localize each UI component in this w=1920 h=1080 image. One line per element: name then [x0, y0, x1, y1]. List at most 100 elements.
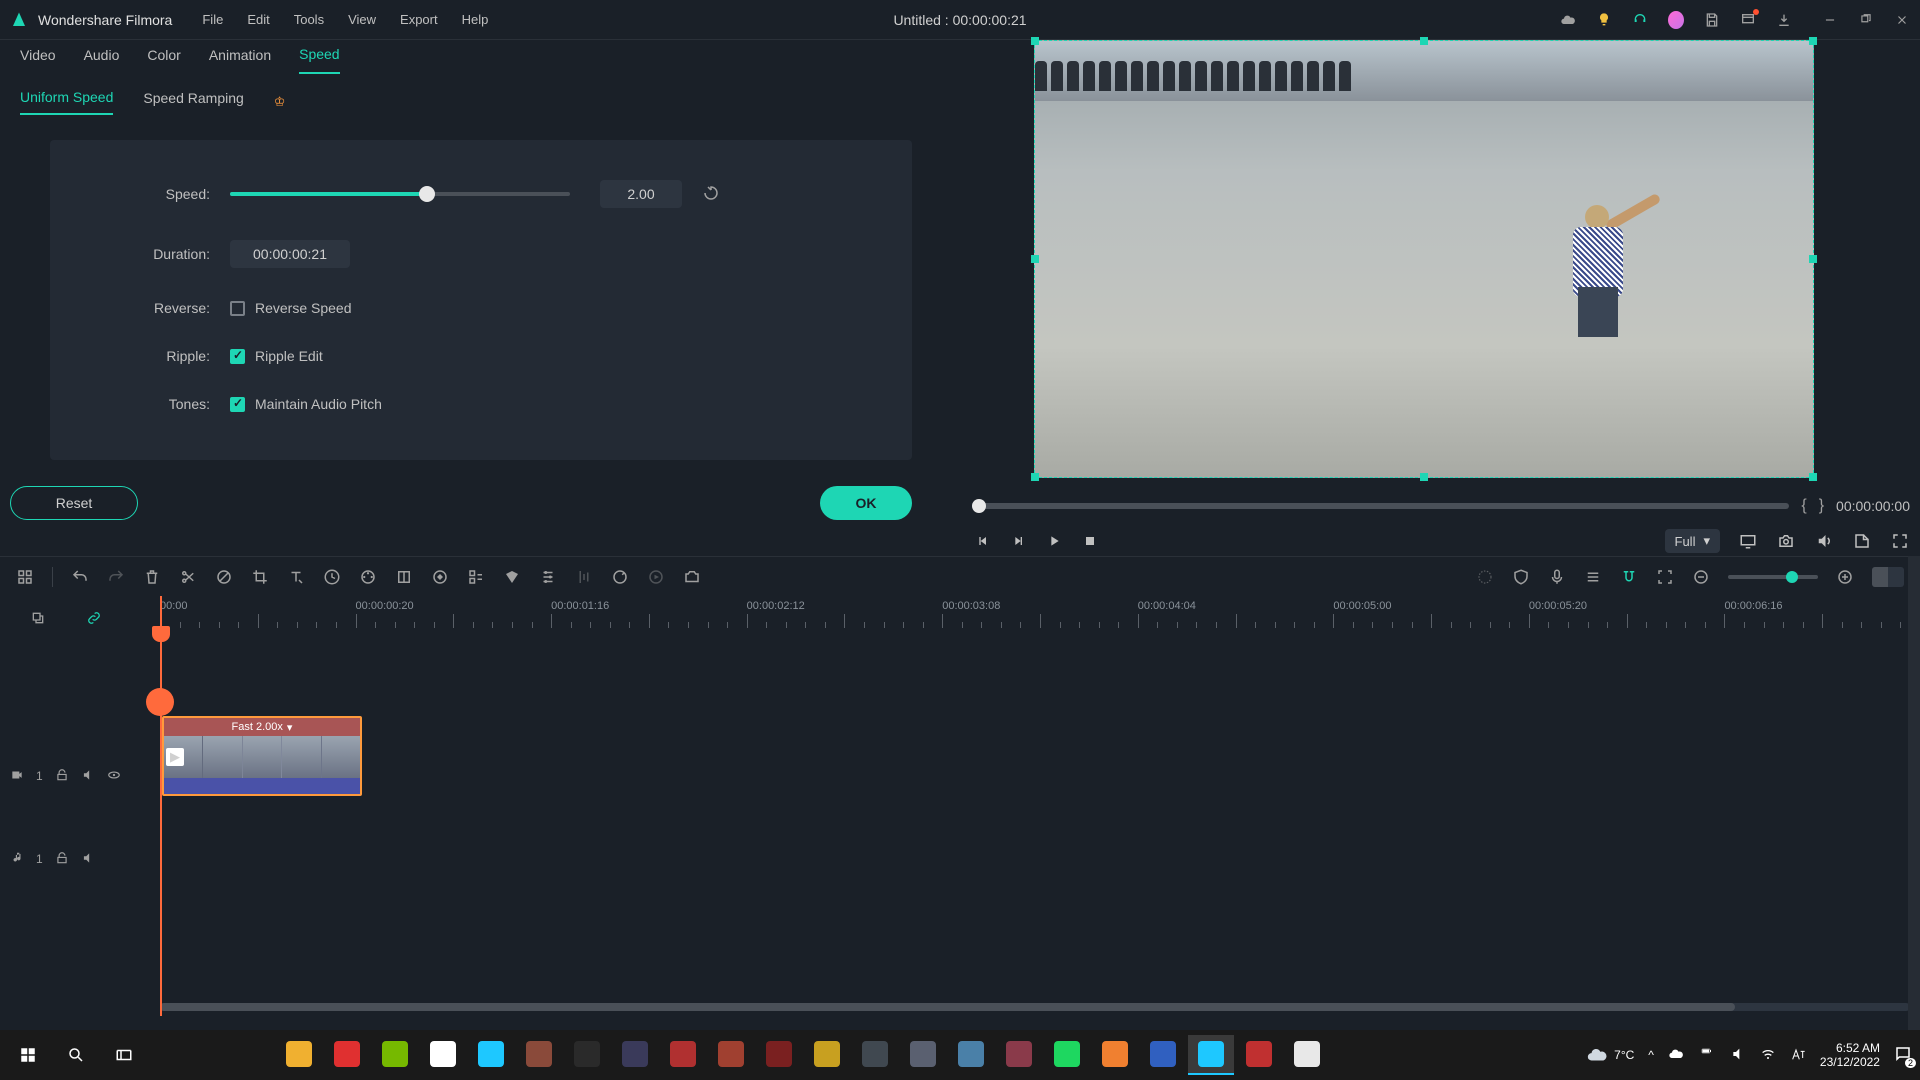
tones-checkbox[interactable]: [230, 397, 245, 412]
split-icon[interactable]: [179, 568, 197, 586]
lock-icon[interactable]: [55, 768, 69, 785]
zoom-level-toggle[interactable]: [1872, 567, 1904, 587]
taskbar-app[interactable]: [1140, 1035, 1186, 1075]
layout-icon[interactable]: [16, 568, 34, 586]
resize-handle-lc[interactable]: [1031, 255, 1039, 263]
tab-video[interactable]: Video: [20, 47, 56, 73]
zoom-slider-thumb[interactable]: [1786, 571, 1798, 583]
menu-file[interactable]: File: [202, 12, 223, 27]
minimize-button[interactable]: [1822, 12, 1838, 28]
resize-handle-tc[interactable]: [1420, 37, 1428, 45]
download-icon[interactable]: [1776, 12, 1792, 28]
fullscreen-icon[interactable]: [1890, 531, 1910, 551]
zoom-slider[interactable]: [1728, 575, 1818, 579]
tray-language-icon[interactable]: [1790, 1046, 1806, 1065]
taskbar-app[interactable]: [420, 1035, 466, 1075]
mute-icon[interactable]: [81, 768, 95, 785]
ripple-checkbox[interactable]: [230, 349, 245, 364]
fit-icon[interactable]: [1656, 568, 1674, 586]
close-button[interactable]: [1894, 12, 1910, 28]
taskbar-app[interactable]: [708, 1035, 754, 1075]
shield-icon[interactable]: [1512, 568, 1530, 586]
cloud-icon[interactable]: [1560, 12, 1576, 28]
menu-tools[interactable]: Tools: [294, 12, 324, 27]
headset-icon[interactable]: [1632, 12, 1648, 28]
motion-track-icon[interactable]: [647, 568, 665, 586]
effects-icon[interactable]: [1476, 568, 1494, 586]
menu-help[interactable]: Help: [462, 12, 489, 27]
zoom-out-icon[interactable]: [1692, 568, 1710, 586]
subtab-uniform-speed[interactable]: Uniform Speed: [20, 89, 113, 115]
lock-icon[interactable]: [55, 851, 69, 868]
timeline-ruler[interactable]: 00:0000:00:00:2000:00:01:1600:00:02:1200…: [0, 596, 1920, 628]
ok-button[interactable]: OK: [820, 486, 912, 520]
export-frame-icon[interactable]: [1852, 531, 1872, 551]
menu-export[interactable]: Export: [400, 12, 438, 27]
speed-slider-thumb[interactable]: [419, 186, 435, 202]
detach-audio-icon[interactable]: [467, 568, 485, 586]
reset-button[interactable]: Reset: [10, 486, 138, 520]
timeline-vscrollbar[interactable]: [1908, 556, 1920, 1030]
adjust-icon[interactable]: [539, 568, 557, 586]
tray-volume-icon[interactable]: [1730, 1046, 1746, 1065]
taskbar-app[interactable]: [324, 1035, 370, 1075]
playhead[interactable]: [160, 596, 162, 1016]
taskbar-app[interactable]: [1236, 1035, 1282, 1075]
taskbar-app[interactable]: [900, 1035, 946, 1075]
taskbar-app[interactable]: [1092, 1035, 1138, 1075]
mic-icon[interactable]: [1548, 568, 1566, 586]
tab-speed[interactable]: Speed: [299, 46, 339, 74]
resize-handle-bl[interactable]: [1031, 473, 1039, 481]
resize-handle-tl[interactable]: [1031, 37, 1039, 45]
snapshot-icon[interactable]: [1776, 531, 1796, 551]
maximize-button[interactable]: [1858, 12, 1874, 28]
tray-expand-icon[interactable]: ^: [1648, 1048, 1654, 1062]
color-icon[interactable]: [359, 568, 377, 586]
undo-icon[interactable]: [71, 568, 89, 586]
markers-icon[interactable]: [215, 568, 233, 586]
taskbar-app[interactable]: [756, 1035, 802, 1075]
speed-slider[interactable]: [230, 192, 570, 196]
taskbar-app[interactable]: [612, 1035, 658, 1075]
preview-quality-select[interactable]: Full ▾: [1665, 529, 1720, 553]
taskbar-app[interactable]: [564, 1035, 610, 1075]
resize-handle-tr[interactable]: [1809, 37, 1817, 45]
play-back-button[interactable]: [1008, 531, 1028, 551]
menu-view[interactable]: View: [348, 12, 376, 27]
notifications-button[interactable]: 2: [1894, 1045, 1912, 1066]
display-toggle-icon[interactable]: [1738, 531, 1758, 551]
duration-value-input[interactable]: 00:00:00:21: [230, 240, 350, 268]
play-button[interactable]: [1044, 531, 1064, 551]
taskbar-app[interactable]: [1044, 1035, 1090, 1075]
visibility-icon[interactable]: [107, 768, 121, 785]
stop-button[interactable]: [1080, 531, 1100, 551]
mark-out-button[interactable]: }: [1819, 497, 1824, 515]
taskbar-app[interactable]: [1284, 1035, 1330, 1075]
snap-icon[interactable]: [1620, 568, 1638, 586]
tray-battery-icon[interactable]: [1698, 1048, 1716, 1063]
taskbar-clock[interactable]: 6:52 AM 23/12/2022: [1820, 1041, 1880, 1070]
mark-in-button[interactable]: {: [1801, 497, 1806, 515]
avatar-icon[interactable]: [1668, 12, 1684, 28]
link-icon[interactable]: [86, 610, 102, 629]
start-button[interactable]: [8, 1035, 48, 1075]
resize-handle-br[interactable]: [1809, 473, 1817, 481]
taskbar-app[interactable]: [996, 1035, 1042, 1075]
resize-handle-bc[interactable]: [1420, 473, 1428, 481]
taskview-button[interactable]: [104, 1035, 144, 1075]
step-back-button[interactable]: [972, 531, 992, 551]
greenscreen-icon[interactable]: [395, 568, 413, 586]
speed-icon[interactable]: [323, 568, 341, 586]
tray-cloud-icon[interactable]: [1668, 1046, 1684, 1065]
tab-color[interactable]: Color: [147, 47, 180, 73]
resize-handle-rc[interactable]: [1809, 255, 1817, 263]
taskbar-app[interactable]: [804, 1035, 850, 1075]
menu-edit[interactable]: Edit: [247, 12, 269, 27]
timeline-scrollbar[interactable]: [160, 1003, 1910, 1011]
tab-animation[interactable]: Animation: [209, 47, 271, 73]
notification-icon[interactable]: [1740, 12, 1756, 28]
subtab-speed-ramping[interactable]: Speed Ramping: [143, 90, 243, 114]
taskbar-search-button[interactable]: [56, 1035, 96, 1075]
lightbulb-icon[interactable]: [1596, 12, 1612, 28]
taskbar-app[interactable]: [276, 1035, 322, 1075]
